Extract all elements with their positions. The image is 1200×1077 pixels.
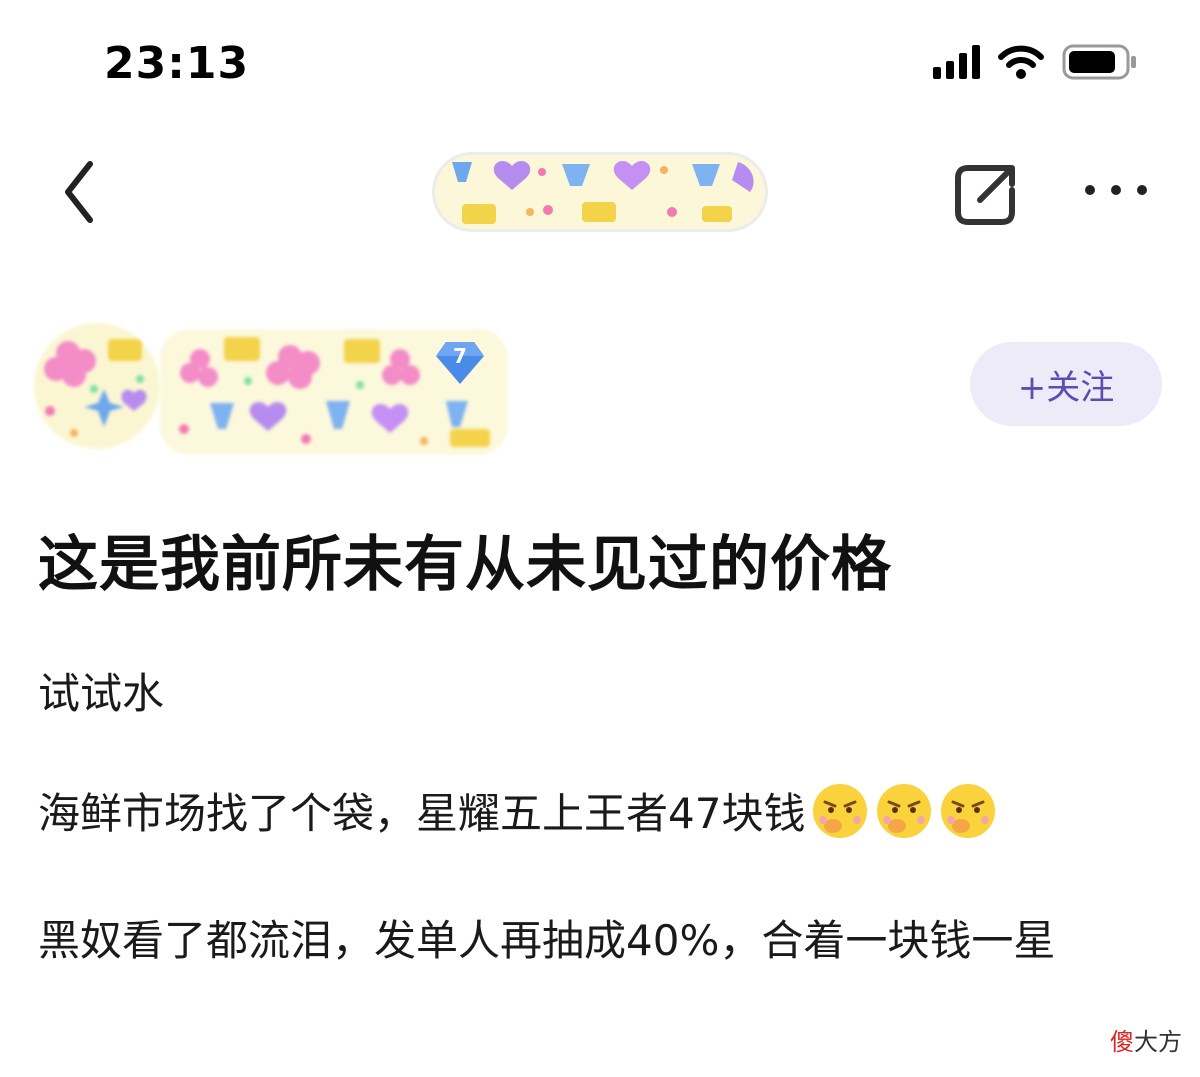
battery-icon xyxy=(1062,44,1136,80)
status-time: 23:13 xyxy=(104,38,250,89)
watermark-part: 傻 xyxy=(1110,1028,1134,1056)
back-button[interactable] xyxy=(52,154,112,230)
wifi-icon xyxy=(998,45,1044,79)
follow-button[interactable]: +关注 xyxy=(970,342,1162,426)
more-dots-icon xyxy=(1085,185,1147,195)
angry-face-icon xyxy=(877,783,932,838)
post-paragraph-text: 海鲜市场找了个袋，星耀五上王者47块钱 xyxy=(38,789,806,838)
nav-bar xyxy=(0,140,1200,240)
post-paragraph-with-emoji: 海鲜市场找了个袋，星耀五上王者47块钱 xyxy=(38,780,997,841)
watermark-part: 大方 xyxy=(1134,1028,1182,1056)
post-paragraph: 黑奴看了都流泪，发单人再抽成40%，合着一块钱一星 xyxy=(38,916,1056,965)
post-paragraph: 试试水 xyxy=(38,669,165,718)
blurred-title-sticker xyxy=(432,152,768,232)
status-bar: 23:13 xyxy=(0,0,1200,130)
author-row: 7 +关注 xyxy=(0,315,1200,465)
back-chevron-icon xyxy=(65,161,93,223)
more-button[interactable] xyxy=(1080,170,1152,210)
level-number: 7 xyxy=(453,344,467,368)
sticker-image xyxy=(432,152,768,232)
avatar-sticker-image xyxy=(34,323,160,449)
share-button[interactable] xyxy=(950,154,1022,230)
status-icons xyxy=(933,44,1138,80)
watermark: 傻大方 xyxy=(1110,1022,1182,1057)
post-title: 这是我前所未有从未见过的价格 xyxy=(38,530,892,600)
share-icon xyxy=(955,165,1015,225)
level-badge: 7 xyxy=(434,340,486,386)
avatar[interactable] xyxy=(34,323,160,449)
signal-icon xyxy=(933,45,980,79)
angry-face-icon xyxy=(941,783,996,838)
angry-face-icon xyxy=(813,783,868,838)
